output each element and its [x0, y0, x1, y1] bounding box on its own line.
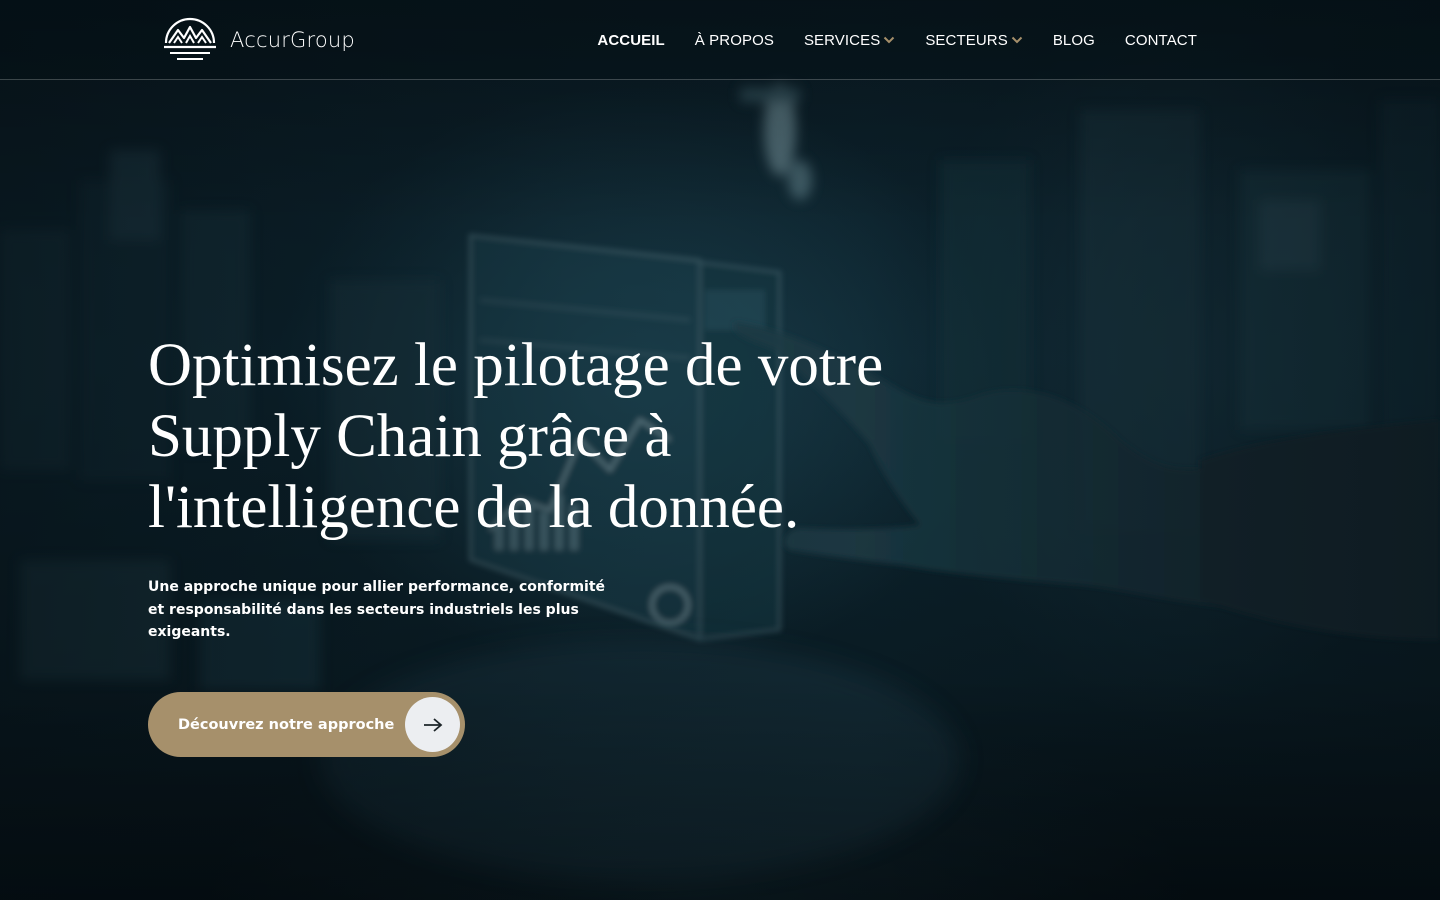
chevron-down-icon	[884, 36, 895, 44]
main-navigation: ACCUEIL À PROPOS SERVICES SECTEURS BLOG …	[597, 0, 1197, 80]
cta-label: Découvrez notre approche	[178, 716, 395, 733]
hero-section: AccurGroup ACCUEIL À PROPOS SERVICES SEC…	[0, 0, 1440, 900]
brand-logo[interactable]: AccurGroup	[162, 13, 355, 67]
nav-item-secteurs[interactable]: SECTEURS	[925, 31, 1023, 49]
nav-item-label: CONTACT	[1124, 31, 1197, 49]
nav-item-label: SERVICES	[803, 31, 881, 49]
hero-subtext: Une approche unique pour allier performa…	[148, 579, 606, 640]
nav-item-label: BLOG	[1052, 31, 1095, 49]
site-header: AccurGroup ACCUEIL À PROPOS SERVICES SEC…	[0, 0, 1440, 80]
hero-headline: Optimisez le pilotage de votre Supply Ch…	[148, 332, 884, 541]
nav-item-label: ACCUEIL	[597, 31, 665, 49]
arrow-right-icon	[405, 697, 460, 752]
nav-item-accueil[interactable]: ACCUEIL	[597, 32, 664, 49]
mountain-logo-icon	[164, 17, 216, 60]
nav-item-blog[interactable]: BLOG	[1053, 32, 1095, 49]
nav-item-label: À PROPOS	[694, 31, 774, 49]
nav-item-contact[interactable]: CONTACT	[1125, 32, 1197, 49]
brand-name: AccurGroup	[230, 28, 355, 52]
nav-item-a-propos[interactable]: À PROPOS	[695, 32, 774, 49]
discover-approach-button[interactable]: Découvrez notre approche	[148, 692, 465, 757]
chevron-down-icon	[1011, 36, 1023, 44]
nav-item-label: SECTEURS	[925, 31, 1008, 49]
nav-item-services[interactable]: SERVICES	[804, 32, 895, 49]
